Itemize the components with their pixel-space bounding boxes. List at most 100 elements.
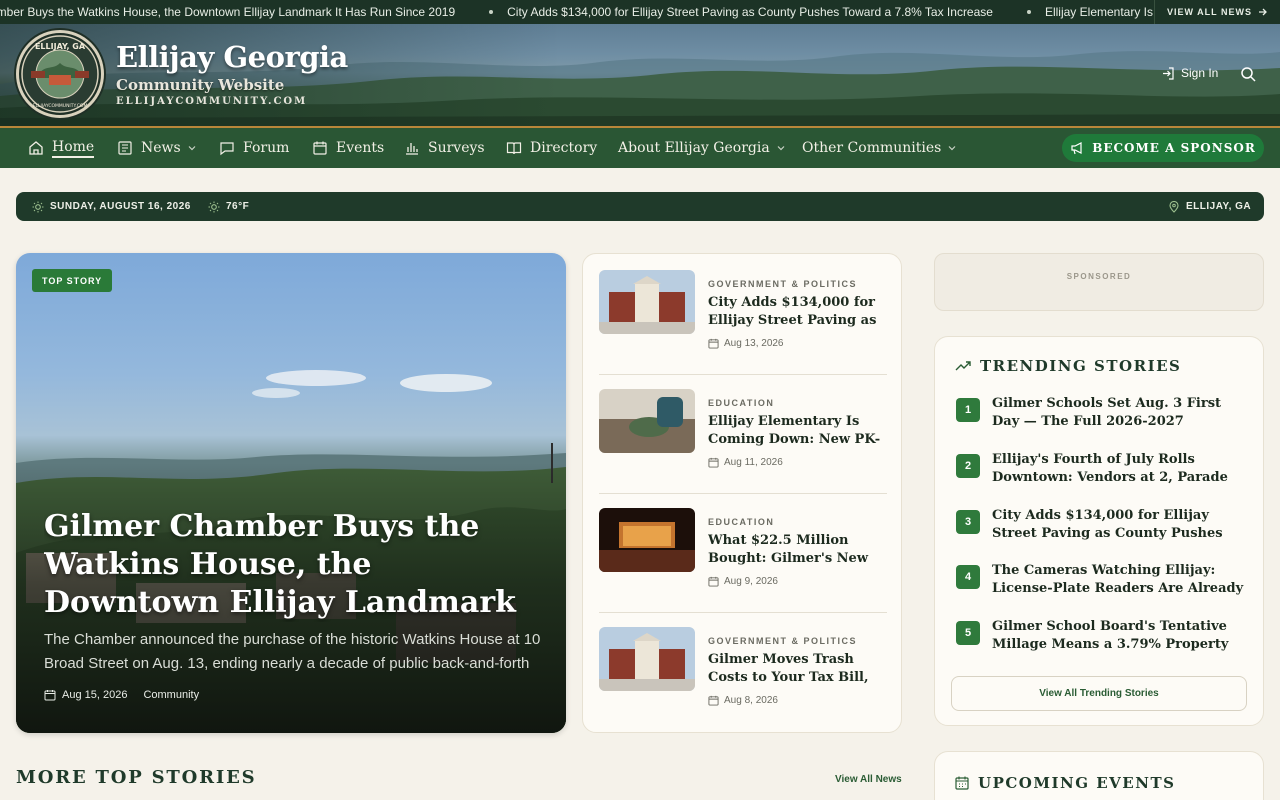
site-title[interactable]: Ellijay Georgia (116, 40, 348, 74)
story-category: EDUCATION (708, 398, 775, 408)
book-icon (506, 142, 522, 155)
home-icon (29, 141, 43, 155)
arrow-right-icon (1259, 8, 1267, 16)
site-subtitle: Community Website (116, 76, 285, 94)
nav-label: About Ellijay Georgia (618, 140, 770, 156)
trending-title-text[interactable]: City Adds $134,000 for Ellijay Street Pa… (992, 507, 1246, 543)
current-location: ELLIJAY, GA (1168, 192, 1251, 221)
upcoming-events-card: UPCOMING EVENTS (934, 751, 1264, 800)
view-all-trending-button[interactable]: View All Trending Stories (951, 676, 1247, 711)
top-story-excerpt: The Chamber announced the purchase of th… (44, 631, 541, 672)
nav-item-news[interactable]: News (117, 128, 197, 168)
top-story-title[interactable]: Gilmer Chamber Buys the Watkins House, t… (44, 508, 544, 622)
story-date: Aug 13, 2026 (708, 338, 784, 349)
nav-item-forum[interactable]: Forum (219, 128, 289, 168)
bar-chart-icon (406, 143, 418, 155)
story-title[interactable]: Ellijay Elementary Is Coming Down: New P… (708, 413, 888, 449)
story-date-text: Aug 11, 2026 (724, 457, 783, 468)
search-icon[interactable] (1240, 66, 1256, 82)
megaphone-icon (1071, 142, 1082, 155)
trending-title-text[interactable]: Gilmer Schools Set Aug. 3 First Day — Th… (992, 395, 1246, 431)
more-top-stories-heading: MORE TOP STORIES (16, 767, 257, 788)
trending-rank: 5 (956, 621, 980, 645)
date-weather-bar: SUNDAY, AUGUST 16, 2026 76°F ELLIJAY, GA (16, 192, 1264, 221)
site-logo[interactable]: ELLIJAY, GA ELLIJAYCOMMUNITY.COM (16, 30, 104, 118)
story-date: Aug 9, 2026 (708, 576, 778, 587)
story-date-text: Aug 9, 2026 (724, 576, 778, 587)
site-header: ELLIJAY, GA ELLIJAYCOMMUNITY.COM Ellijay… (0, 24, 1280, 126)
sign-in-icon (1163, 66, 1174, 80)
sponsor-label: BECOME A SPONSOR (1092, 141, 1256, 155)
nav-label: Forum (243, 140, 290, 156)
top-story-category[interactable]: Community (143, 689, 199, 701)
logo-seal-icon: ELLIJAY, GA ELLIJAYCOMMUNITY.COM (21, 35, 99, 113)
nav-item-events[interactable]: Events (312, 128, 384, 168)
top-story-meta: Aug 15, 2026 Community (44, 689, 199, 701)
top-story-date: Aug 15, 2026 (62, 689, 128, 701)
chevron-down-icon (188, 146, 196, 151)
ticker-item[interactable]: City Adds $134,000 for Ellijay Street Pa… (507, 5, 993, 19)
trending-title-text[interactable]: The Cameras Watching Ellijay: License-Pl… (992, 562, 1246, 598)
story-title[interactable]: What $22.5 Million Bought: Gilmer's New … (708, 532, 888, 568)
story-category: GOVERNMENT & POLITICS (708, 636, 858, 646)
sign-in-label: Sign In (1181, 66, 1219, 80)
story-thumbnail (599, 508, 695, 572)
story-title[interactable]: Gilmer Moves Trash Costs to Your Tax Bil… (708, 651, 888, 687)
list-item[interactable]: GOVERNMENT & POLITICS City Adds $134,000… (599, 270, 887, 388)
divider (599, 612, 887, 613)
current-date: SUNDAY, AUGUST 16, 2026 (32, 192, 191, 221)
trending-rank: 2 (956, 454, 980, 478)
trending-stories-card: TRENDING STORIES 1 Gilmer Schools Set Au… (934, 336, 1264, 726)
nav-label: Other Communities (802, 140, 942, 156)
sponsored-slot[interactable]: SPONSORED (934, 253, 1264, 311)
trending-rank: 3 (956, 510, 980, 534)
chevron-down-icon (777, 146, 785, 151)
main-nav: Home News Forum Events Surveys Directory… (0, 126, 1280, 168)
events-heading: UPCOMING EVENTS (955, 774, 1175, 792)
list-item[interactable]: EDUCATION What $22.5 Million Bought: Gil… (599, 508, 887, 626)
calendar-icon (708, 457, 719, 468)
view-all-news-button[interactable]: VIEW ALL NEWS (1154, 0, 1280, 24)
nav-label: Surveys (428, 140, 485, 156)
trending-rank: 4 (956, 565, 980, 589)
nav-item-home[interactable]: Home (28, 128, 95, 168)
ticker-separator (489, 10, 494, 14)
current-weather: 76°F (208, 192, 249, 221)
story-date-text: Aug 13, 2026 (724, 338, 784, 349)
story-date: Aug 8, 2026 (708, 695, 778, 706)
story-date: Aug 11, 2026 (708, 457, 783, 468)
news-ticker: Gilmer Chamber Buys the Watkins House, t… (0, 0, 1280, 24)
top-story-card[interactable]: TOP STORY Gilmer Chamber Buys the Watkin… (16, 253, 566, 733)
calendar-icon (708, 576, 719, 587)
become-sponsor-button[interactable]: BECOME A SPONSOR (1062, 134, 1264, 162)
top-story-title-wrap: Gilmer Chamber Buys the Watkins House, t… (44, 508, 548, 622)
svg-text:ELLIJAYCOMMUNITY.COM: ELLIJAYCOMMUNITY.COM (33, 103, 88, 109)
nav-item-directory[interactable]: Directory (506, 128, 597, 168)
list-item[interactable]: EDUCATION Ellijay Elementary Is Coming D… (599, 389, 887, 507)
sponsored-label: SPONSORED (1066, 272, 1132, 281)
nav-item-about[interactable]: About Ellijay Georgia (618, 128, 786, 168)
story-thumbnail (599, 389, 695, 453)
story-thumbnail (599, 270, 695, 334)
newspaper-icon (118, 141, 132, 155)
nav-label: Home (52, 139, 95, 158)
date-text: SUNDAY, AUGUST 16, 2026 (50, 201, 191, 212)
ticker-item[interactable]: Gilmer Chamber Buys the Watkins House, t… (0, 5, 455, 19)
story-thumbnail (599, 627, 695, 691)
list-item[interactable]: GOVERNMENT & POLITICS Gilmer Moves Trash… (599, 627, 887, 745)
divider (599, 374, 887, 375)
sign-in-link[interactable]: Sign In (1162, 66, 1218, 80)
calendar-icon (708, 695, 719, 706)
ticker-track: Gilmer Chamber Buys the Watkins House, t… (0, 0, 1198, 24)
nav-item-surveys[interactable]: Surveys (404, 128, 485, 168)
events-title: UPCOMING EVENTS (978, 774, 1176, 792)
story-list-card: GOVERNMENT & POLITICS City Adds $134,000… (582, 253, 902, 733)
trending-title-text[interactable]: Ellijay's Fourth of July Rolls Downtown:… (992, 451, 1246, 487)
nav-label: News (141, 140, 181, 156)
nav-item-other-communities[interactable]: Other Communities (802, 128, 957, 168)
story-title[interactable]: City Adds $134,000 for Ellijay Street Pa… (708, 294, 888, 330)
trending-title: TRENDING STORIES (980, 357, 1182, 375)
trending-title-text[interactable]: Gilmer School Board's Tentative Millage … (992, 618, 1246, 654)
view-all-news-link[interactable]: View All News (835, 774, 902, 785)
ticker-separator (1026, 10, 1031, 14)
